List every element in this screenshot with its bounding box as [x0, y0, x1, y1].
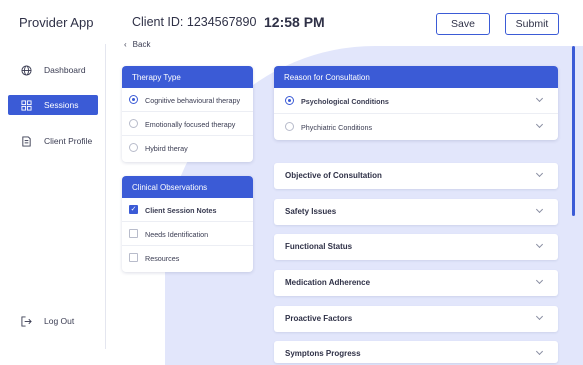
sidebar-item-sessions[interactable]: Sessions: [8, 95, 98, 115]
checkbox-checked-icon: ✓: [129, 205, 138, 214]
client-id: Client ID: 1234567890: [132, 15, 257, 29]
radio-option[interactable]: Emotionally focused therapy: [122, 112, 253, 136]
radio-option[interactable]: Cognitive behavioural therapy: [122, 88, 253, 112]
chevron-down-icon: [536, 349, 544, 357]
radio-selected-icon: [129, 95, 138, 104]
option-label: Emotionally focused therapy: [145, 120, 236, 129]
accordion-label: Proactive Factors: [285, 314, 353, 323]
checkbox-icon: [129, 229, 138, 238]
chevron-down-icon: [536, 207, 544, 215]
back-link[interactable]: ‹ Back: [124, 40, 150, 49]
chevron-down-icon: [536, 242, 544, 250]
back-label: Back: [132, 40, 151, 49]
checkbox-option[interactable]: Resources: [122, 246, 253, 270]
radio-option[interactable]: Hybird theray: [122, 136, 253, 160]
chevron-down-icon: [536, 314, 544, 322]
reason-card: Reason for Consultation Psychological Co…: [274, 66, 558, 140]
sidebar-item-client-profile[interactable]: Client Profile: [0, 131, 106, 151]
logout-icon: [20, 315, 32, 327]
globe-icon: [20, 64, 32, 76]
accordion-safety[interactable]: Safety Issues: [274, 199, 558, 225]
chevron-down-icon: [536, 278, 544, 286]
sidebar-item-label: Dashboard: [44, 65, 86, 75]
accordion-label: Functional Status: [285, 242, 353, 251]
option-label: Psychological Conditions: [301, 97, 389, 106]
chevron-left-icon: ‹: [124, 40, 127, 49]
option-label: Phychiatric Conditions: [301, 123, 373, 132]
accordion-label: Medication Adherence: [285, 278, 371, 287]
document-icon: [20, 135, 32, 147]
therapy-type-card: Therapy Type Cognitive behavioural thera…: [122, 66, 253, 162]
grid-icon: [20, 99, 32, 111]
sidebar-item-label: Sessions: [44, 100, 79, 110]
sidebar-item-label: Client Profile: [44, 136, 93, 146]
radio-selected-icon: [285, 96, 294, 105]
accordion-proactive[interactable]: Proactive Factors: [274, 306, 558, 332]
option-label: Client Session Notes: [145, 206, 217, 215]
accordion-objective[interactable]: Objective of Consultation: [274, 163, 558, 189]
chevron-down-icon[interactable]: [536, 122, 544, 130]
accordion-symptoms[interactable]: Symptons Progress: [274, 341, 558, 363]
save-button[interactable]: Save: [436, 13, 490, 35]
checkbox-option[interactable]: ✓ Client Session Notes: [122, 198, 253, 222]
radio-option[interactable]: Phychiatric Conditions: [274, 114, 558, 140]
logout-label: Log Out: [44, 316, 75, 326]
chevron-down-icon[interactable]: [536, 96, 544, 104]
sidebar-item-dashboard[interactable]: Dashboard: [0, 60, 106, 80]
card-title: Therapy Type: [122, 66, 253, 88]
submit-button[interactable]: Submit: [505, 13, 559, 35]
accordion-functional[interactable]: Functional Status: [274, 234, 558, 260]
radio-icon: [285, 122, 294, 131]
accordion-label: Safety Issues: [285, 207, 337, 216]
option-label: Needs Identification: [145, 230, 209, 239]
accordion-label: Objective of Consultation: [285, 171, 382, 180]
radio-icon: [129, 143, 138, 152]
accordion-medication[interactable]: Medication Adherence: [274, 270, 558, 296]
option-label: Hybird theray: [145, 144, 188, 153]
clock: 12:58 PM: [264, 14, 325, 30]
sidebar: Dashboard Sessions Client Profile Log Ou…: [0, 44, 106, 349]
checkbox-option[interactable]: Needs Identification: [122, 222, 253, 246]
chevron-down-icon: [536, 171, 544, 179]
top-bar: Provider App Client ID: 1234567890 12:58…: [0, 0, 583, 44]
card-title: Clinical Observations: [122, 176, 253, 198]
clinical-observations-card: Clinical Observations ✓ Client Session N…: [122, 176, 253, 272]
app-title: Provider App: [19, 15, 94, 30]
card-title: Reason for Consultation: [274, 66, 558, 88]
accordion-label: Symptons Progress: [285, 349, 361, 358]
logout-button[interactable]: Log Out: [0, 311, 106, 331]
checkbox-icon: [129, 253, 138, 262]
option-label: Resources: [145, 254, 180, 263]
radio-icon: [129, 119, 138, 128]
radio-option[interactable]: Psychological Conditions: [274, 88, 558, 114]
option-label: Cognitive behavioural therapy: [145, 96, 241, 105]
scrollbar[interactable]: [572, 46, 575, 216]
